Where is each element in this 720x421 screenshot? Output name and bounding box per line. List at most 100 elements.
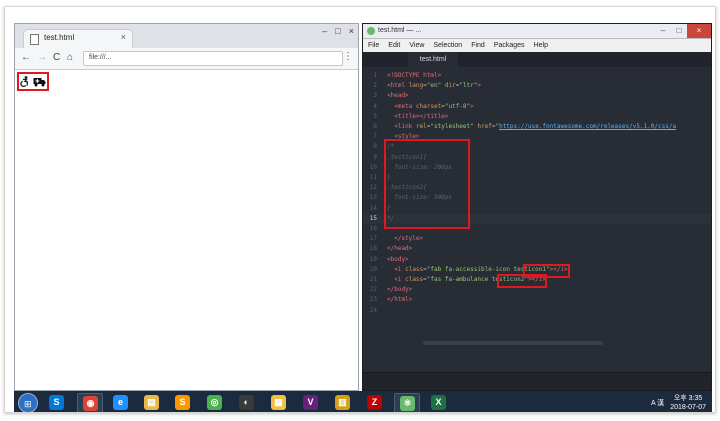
app-dark-icon: ◐ bbox=[239, 395, 254, 410]
app-green-icon: ◎ bbox=[207, 395, 222, 410]
chrome-tabstrip: test.html × – □ × bbox=[15, 24, 358, 48]
close-button[interactable]: × bbox=[349, 26, 354, 36]
chrome-menu-icon[interactable]: ⋮ bbox=[343, 51, 353, 62]
taskbar-app-atom[interactable]: ⚛ bbox=[394, 393, 420, 412]
back-arrow-icon[interactable]: ← bbox=[21, 52, 31, 63]
atom-minimize-button[interactable]: – bbox=[655, 24, 671, 38]
line-number: 10 bbox=[369, 163, 377, 171]
chrome-window-controls: – □ × bbox=[322, 26, 354, 36]
paint-icon: ▦ bbox=[271, 395, 286, 410]
sublime-icon: S bbox=[175, 395, 190, 410]
menu-selection[interactable]: Selection bbox=[433, 39, 462, 52]
menu-file[interactable]: File bbox=[368, 39, 379, 52]
line-number: 1 bbox=[373, 72, 377, 79]
line-number: 12 bbox=[369, 184, 377, 192]
line-number: 14 bbox=[369, 204, 377, 212]
tab-close-icon[interactable]: × bbox=[121, 32, 126, 42]
explorer-icon: ▤ bbox=[144, 395, 159, 410]
atom-window: test.html — ... – □ × File Edit View Sel… bbox=[362, 23, 712, 391]
code-line[interactable]: 2 <html lang="en" dir="ltr"> bbox=[363, 81, 711, 91]
code-line[interactable]: 24 bbox=[363, 306, 711, 316]
taskbar-app-paint[interactable]: ▦ bbox=[266, 393, 292, 412]
line-number: 13 bbox=[369, 194, 377, 202]
code-text: <html lang="en" dir="ltr"> bbox=[387, 82, 481, 90]
line-number: 18 bbox=[369, 245, 377, 253]
atom-maximize-button[interactable]: □ bbox=[671, 24, 687, 38]
menu-packages[interactable]: Packages bbox=[494, 39, 525, 52]
taskbar-app-visual-studio[interactable]: V bbox=[298, 393, 324, 412]
code-text: </head> bbox=[387, 245, 413, 253]
taskbar-app-ie[interactable]: e bbox=[108, 393, 134, 412]
taskbar-app-explorer[interactable]: ▤ bbox=[139, 393, 165, 412]
page-favicon-icon bbox=[30, 34, 39, 45]
sql-icon: ▥ bbox=[335, 395, 350, 410]
code-text: <title></title> bbox=[394, 112, 449, 120]
atom-statusbar bbox=[363, 372, 711, 390]
system-tray: A 漢 오후 3:35 2018-07-07 bbox=[651, 393, 706, 412]
menu-edit[interactable]: Edit bbox=[388, 39, 400, 52]
taskbar-app-skype[interactable]: S bbox=[44, 393, 70, 412]
clock[interactable]: 오후 3:35 2018-07-07 bbox=[670, 394, 706, 412]
taskbar-app-excel[interactable]: X bbox=[426, 393, 452, 412]
taskbar-app-filezilla[interactable]: Z bbox=[362, 393, 388, 412]
code-line[interactable]: 18 </head> bbox=[363, 244, 711, 254]
maximize-button[interactable]: □ bbox=[335, 26, 340, 36]
ambulance-icon bbox=[33, 77, 46, 86]
taskbar-app-app-green[interactable]: ◎ bbox=[202, 393, 228, 412]
visual-studio-icon: V bbox=[303, 395, 318, 410]
code-text: <meta charset="utf-8"> bbox=[394, 102, 474, 110]
menu-find[interactable]: Find bbox=[471, 39, 485, 52]
taskbar-app-app-dark[interactable]: ◐ bbox=[234, 393, 260, 412]
atom-file-tab[interactable]: test.html bbox=[408, 52, 458, 67]
code-line[interactable]: 1 <!DOCTYPE html> bbox=[363, 71, 711, 81]
taskbar-app-sublime[interactable]: S bbox=[170, 393, 196, 412]
start-button[interactable]: ⊞ bbox=[18, 393, 38, 412]
line-number: 3 bbox=[373, 92, 377, 100]
line-number: 8 bbox=[373, 143, 377, 151]
code-text: <head> bbox=[387, 92, 409, 100]
line-number: 15 bbox=[369, 214, 377, 222]
line-number: 4 bbox=[373, 102, 377, 110]
chrome-window: test.html × – □ × ← → C ⌂ file:///... ⋮ bbox=[14, 23, 359, 391]
atom-close-button[interactable]: × bbox=[687, 24, 711, 38]
atom-app-icon bbox=[367, 27, 375, 35]
chrome-tab[interactable]: test.html × bbox=[23, 29, 133, 48]
line-number: 22 bbox=[369, 286, 377, 294]
atom-titlebar: test.html — ... – □ × bbox=[363, 24, 711, 39]
reload-icon[interactable]: C bbox=[53, 52, 60, 63]
code-line[interactable]: 23 </html> bbox=[363, 295, 711, 305]
clock-time: 오후 3:35 bbox=[673, 395, 703, 402]
code-line[interactable]: 4 <meta charset="utf-8"> bbox=[363, 102, 711, 112]
address-bar[interactable]: file:///... bbox=[83, 51, 343, 66]
chrome-icon: ◉ bbox=[83, 396, 98, 411]
line-number: 2 bbox=[373, 82, 377, 90]
screenshot-frame: test.html × – □ × ← → C ⌂ file:///... ⋮ bbox=[4, 6, 716, 413]
menu-view[interactable]: View bbox=[409, 39, 424, 52]
ie-icon: e bbox=[113, 395, 128, 410]
line-number: 6 bbox=[373, 123, 377, 130]
code-line[interactable]: 5 <title></title> bbox=[363, 112, 711, 122]
taskbar-app-chrome[interactable]: ◉ bbox=[77, 393, 103, 412]
minimize-button[interactable]: – bbox=[322, 26, 327, 36]
line-number: 17 bbox=[369, 235, 377, 243]
code-line[interactable]: 6 <link rel="stylesheet" href="https://u… bbox=[363, 122, 711, 132]
line-number: 9 bbox=[373, 153, 377, 161]
windows-taskbar: ⊞ S ◉ e ▤ S ◎ ◐ ▦ V ▥ Z ⚛ X A 漢 오후 3:35 2018-07-07 bbox=[14, 391, 712, 412]
horizontal-scrollbar[interactable] bbox=[423, 341, 603, 345]
line-number: 24 bbox=[369, 306, 377, 314]
taskbar-app-sql[interactable]: ▥ bbox=[330, 393, 356, 412]
code-text: </body> bbox=[387, 286, 413, 294]
code-text: <body> bbox=[387, 255, 409, 263]
atom-window-title: test.html — ... bbox=[378, 27, 422, 34]
menu-help[interactable]: Help bbox=[534, 39, 548, 52]
forward-arrow-icon[interactable]: → bbox=[37, 52, 47, 63]
accessible-icon bbox=[20, 76, 29, 87]
ime-indicator[interactable]: A 漢 bbox=[651, 398, 664, 408]
atom-tabbar: test.html bbox=[363, 52, 711, 67]
home-icon[interactable]: ⌂ bbox=[67, 52, 73, 63]
atom-window-controls: – □ × bbox=[655, 24, 711, 38]
code-line[interactable]: 17 </style> bbox=[363, 234, 711, 244]
code-line[interactable]: 3 <head> bbox=[363, 91, 711, 101]
code-text: <!DOCTYPE html> bbox=[387, 72, 442, 79]
code-text: <link rel="stylesheet" href="https://use… bbox=[394, 123, 677, 130]
